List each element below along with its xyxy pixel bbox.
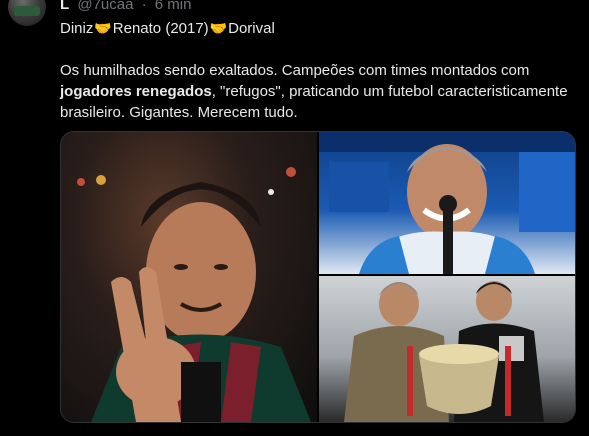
media-divider-vertical [317,132,319,422]
photo-diniz-illustration [77,167,311,422]
timestamp[interactable]: 6 min [155,0,192,13]
tweet-first-line: Diniz🤝Renato (2017)🤝Dorival [60,18,275,39]
text-intro: Os humilhados sendo exaltados. Campeões … [60,62,530,79]
media-grid [60,131,576,423]
media-divider-horizontal [319,274,575,276]
handshake-emoji-icon: 🤝 [209,20,228,36]
photo-renato-illustration [319,132,575,274]
tweet-header: L @7ucaa · 6 min [60,0,191,14]
photo-renato[interactable] [319,132,575,274]
avatar-jersey [14,6,40,16]
photo-dorival-trophy[interactable] [319,276,575,422]
display-name[interactable]: L [60,0,69,13]
text-dorival: Dorival [228,20,275,37]
text-bold: jogadores renegados [60,83,212,100]
text-renato: Renato (2017) [112,20,209,37]
handshake-emoji-icon: 🤝 [94,20,112,36]
tweet-text: Os humilhados sendo exaltados. Campeões … [60,60,580,123]
photo-dorival-illustration [344,281,544,422]
avatar[interactable] [8,0,46,26]
photo-diniz[interactable] [61,132,317,422]
separator-dot: · [141,0,147,13]
tweet[interactable]: L @7ucaa · 6 min Diniz🤝Renato (2017)🤝Dor… [0,0,589,436]
text-diniz: Diniz [60,20,94,37]
username-handle[interactable]: @7ucaa [77,0,133,13]
